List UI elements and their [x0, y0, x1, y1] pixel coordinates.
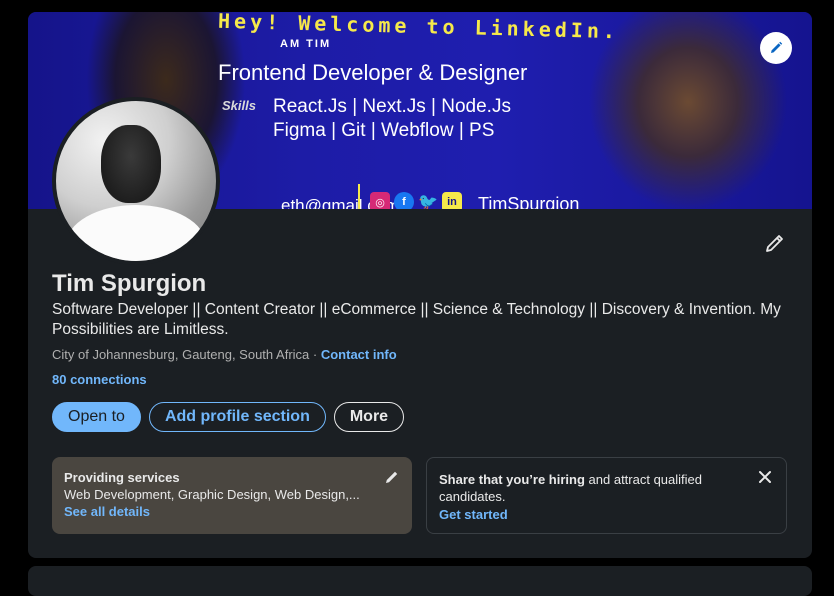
- banner-socials: ◎ f 🐦 in: [370, 192, 462, 209]
- banner-skills-tag: Skills: [222, 98, 256, 113]
- twitter-icon: 🐦: [418, 194, 438, 209]
- contact-info-link[interactable]: Contact info: [321, 347, 397, 362]
- connections-link[interactable]: 80 connections: [52, 372, 147, 387]
- services-title: Providing services: [64, 470, 180, 485]
- avatar-head: [101, 125, 161, 203]
- edit-services-button[interactable]: [384, 469, 400, 490]
- next-section-card: [28, 566, 812, 596]
- linkedin-icon: in: [442, 192, 462, 209]
- add-profile-section-button[interactable]: Add profile section: [148, 402, 326, 432]
- hiring-text-bold: Share that you’re hiring: [439, 472, 585, 487]
- open-to-button[interactable]: Open to: [52, 402, 141, 432]
- avatar-shirt: [66, 205, 206, 261]
- edit-banner-button[interactable]: [760, 32, 792, 64]
- separator: ·: [309, 347, 321, 362]
- profile-name: Tim Spurgion: [52, 270, 207, 297]
- location-row: City of Johannesburg, Gauteng, South Afr…: [52, 347, 397, 362]
- banner-greeting: Hey! Welcome to LinkedIn.: [217, 12, 620, 44]
- get-started-link[interactable]: Get started: [439, 507, 774, 522]
- more-button[interactable]: More: [333, 402, 405, 432]
- see-all-details-link[interactable]: See all details: [64, 504, 400, 519]
- profile-actions: Open to Add profile section More: [52, 402, 405, 432]
- dismiss-hiring-button[interactable]: [758, 470, 772, 489]
- instagram-icon: ◎: [370, 192, 390, 209]
- banner-am: AM TIM: [280, 38, 332, 50]
- facebook-icon: f: [394, 192, 414, 209]
- hiring-card: Share that you’re hiring and attract qua…: [426, 457, 787, 534]
- profile-headline: Software Developer || Content Creator ||…: [52, 301, 781, 338]
- pencil-icon: [386, 471, 398, 483]
- services-description: Web Development, Graphic Design, Web Des…: [64, 487, 360, 502]
- profile-card: Hey! Welcome to LinkedIn. AM TIM Fronten…: [28, 12, 812, 558]
- providing-services-card[interactable]: Providing services Web Development, Grap…: [52, 457, 412, 534]
- profile-location: City of Johannesburg, Gauteng, South Afr…: [52, 347, 310, 362]
- avatar[interactable]: [52, 97, 220, 265]
- banner-handle: TimSpurgion: [478, 194, 580, 209]
- info-cards: Providing services Web Development, Grap…: [52, 457, 787, 534]
- pencil-icon: [771, 41, 783, 53]
- banner-divider: [358, 184, 360, 209]
- edit-intro-button[interactable]: [762, 230, 788, 256]
- banner-skills-line1: React.Js | Next.Js | Node.Js: [273, 96, 511, 117]
- close-icon: [759, 471, 771, 483]
- pencil-icon: [766, 235, 783, 252]
- hiring-text: Share that you’re hiring and attract qua…: [439, 471, 739, 505]
- banner-skills-line2: Figma | Git | Webflow | PS: [273, 120, 495, 141]
- banner-role: Frontend Developer & Designer: [218, 60, 528, 85]
